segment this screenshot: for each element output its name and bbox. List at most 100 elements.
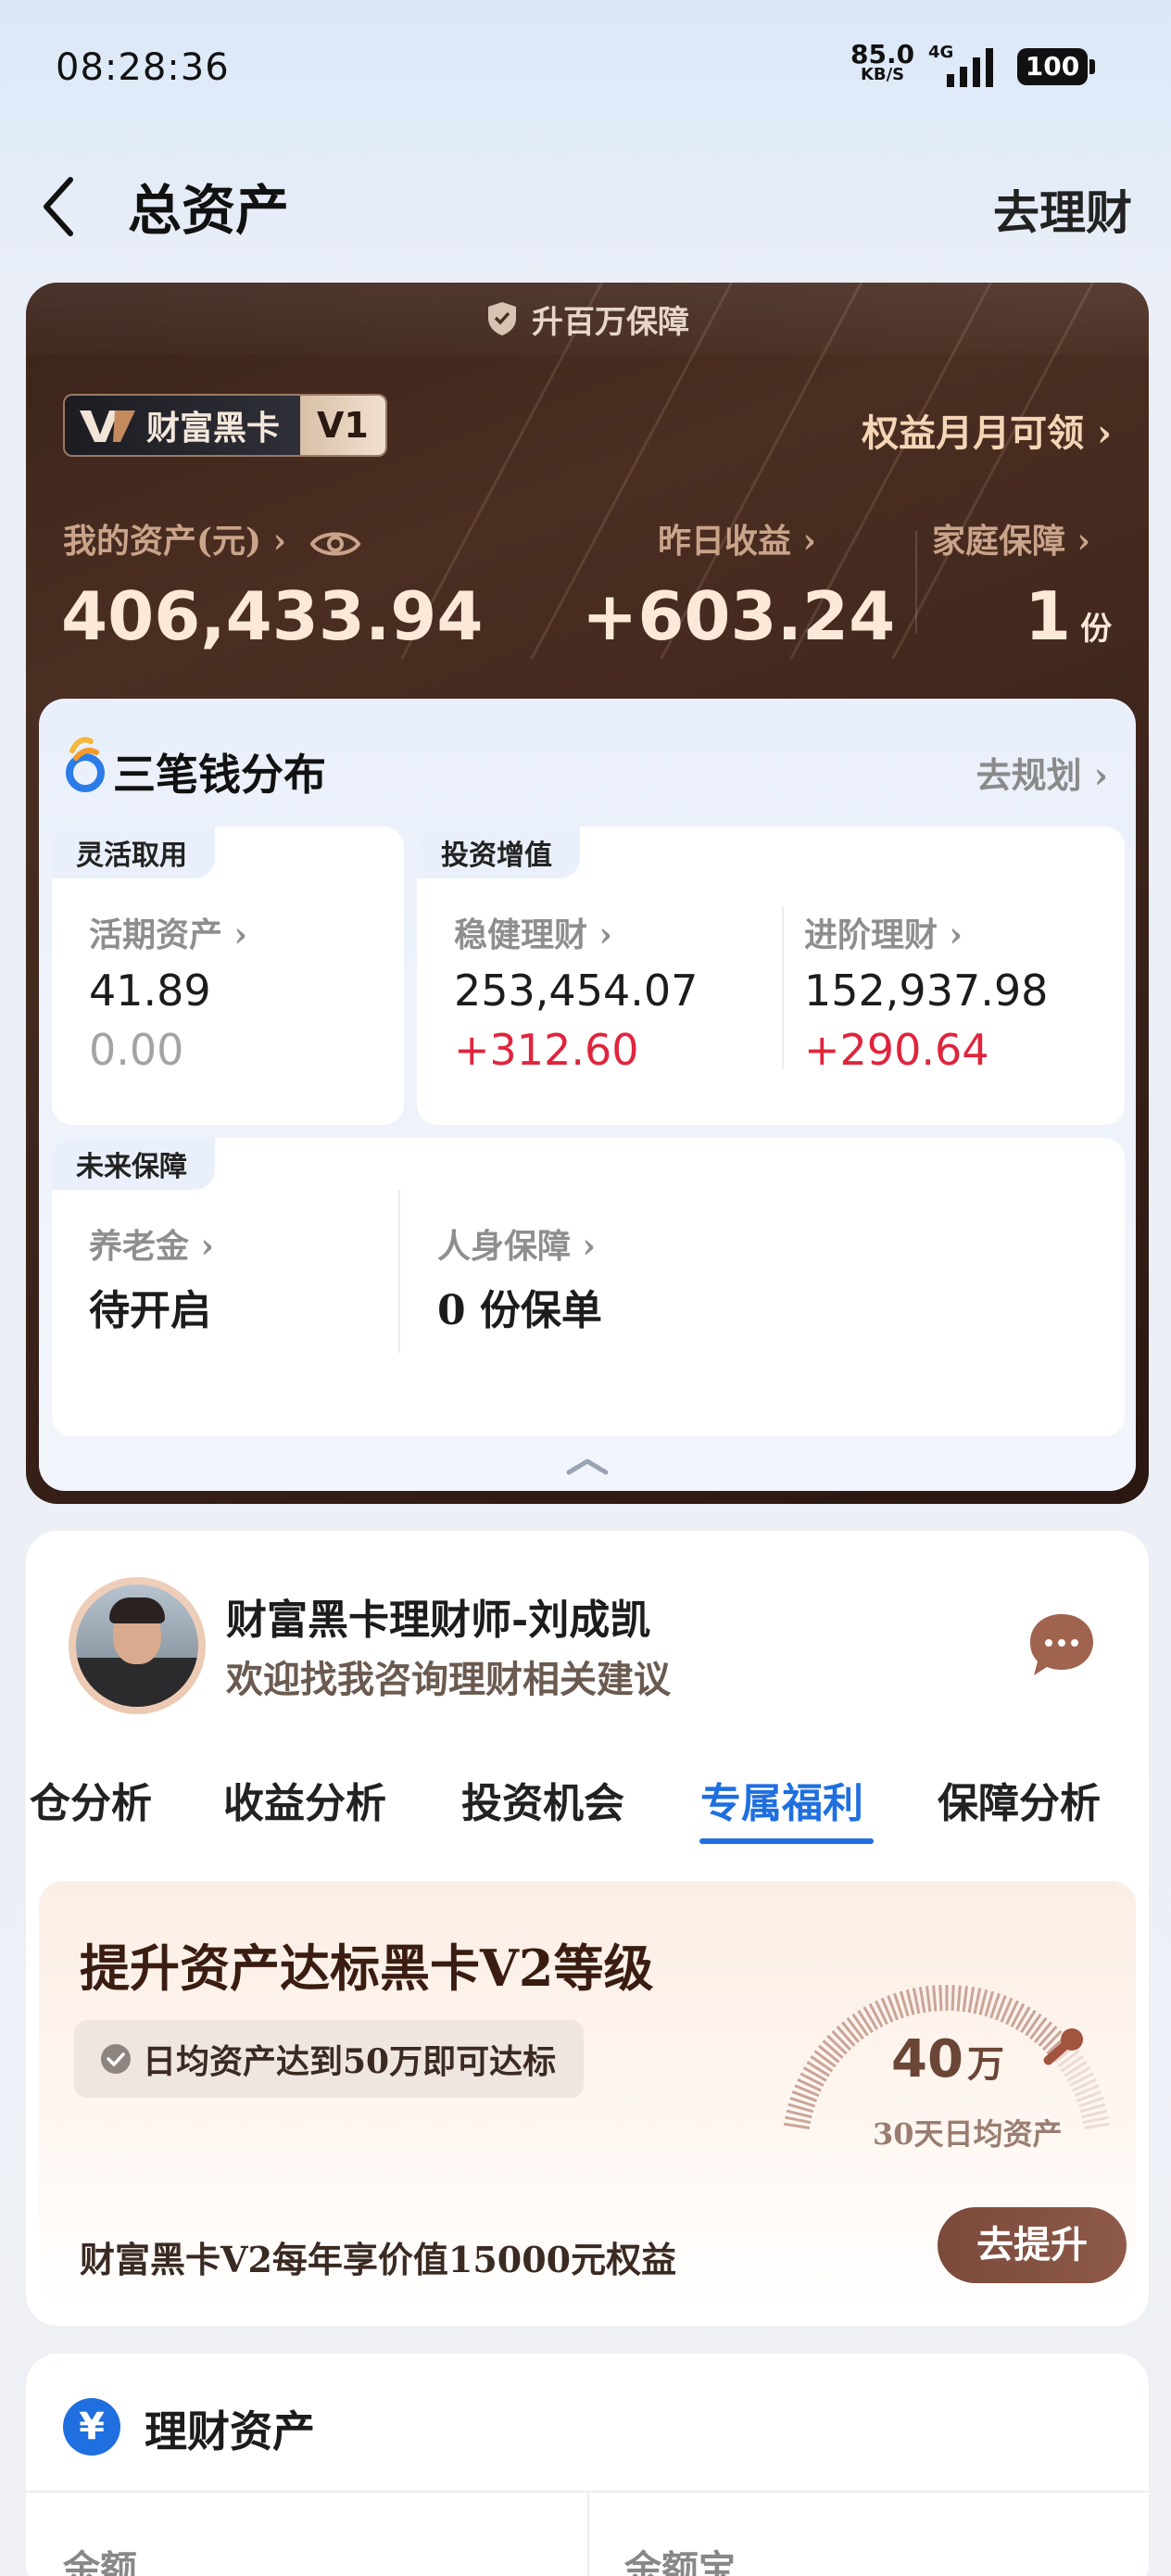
upgrade-title: 提升资产达标黑卡V2等级 bbox=[80, 1938, 654, 1998]
gauge-tick bbox=[925, 1986, 932, 2013]
future-divider bbox=[398, 1190, 400, 1353]
advisor-avatar[interactable] bbox=[69, 1577, 206, 1714]
family-protection-unit: 份 bbox=[1080, 611, 1113, 648]
tab-exclusive-benefits[interactable]: 专属福利 bbox=[700, 1770, 863, 1829]
investment-divider bbox=[782, 906, 784, 1069]
personal-insurance-label[interactable]: 人身保障 › bbox=[437, 1219, 596, 1268]
money-distribution-panel: 三笔钱分布 去规划 › 灵活取用 活期资产 › 41.89 0.00 投资增值 … bbox=[39, 699, 1136, 1491]
advisor-card: 财富黑卡理财师-刘成凯 欢迎找我咨询理财相关建议 仓分析 收益分析 投资机会 专… bbox=[26, 1531, 1149, 2326]
gauge-tick bbox=[951, 1985, 955, 2012]
tab-income-analysis[interactable]: 收益分析 bbox=[223, 1770, 386, 1829]
pension-label[interactable]: 养老金 › bbox=[89, 1219, 214, 1268]
gauge-tick bbox=[1081, 2109, 1108, 2119]
metric-divider bbox=[915, 531, 917, 633]
gauge-tick bbox=[973, 1988, 982, 2014]
upgrade-condition: 日均资产达到50万即可达标 bbox=[74, 2020, 585, 2098]
gauge-tick bbox=[846, 2016, 864, 2040]
shield-icon bbox=[488, 302, 516, 335]
go-plan-link[interactable]: 去规划 › bbox=[976, 747, 1108, 798]
distribution-title: 三笔钱分布 bbox=[113, 750, 326, 800]
analysis-tabs: 仓分析 收益分析 投资机会 专属福利 保障分析 bbox=[26, 1761, 1149, 1844]
back-icon[interactable] bbox=[37, 172, 83, 241]
three-money-logo-icon bbox=[66, 737, 105, 792]
tab-protection-analysis[interactable]: 保障分析 bbox=[938, 1770, 1101, 1829]
gauge-tick bbox=[783, 2122, 811, 2130]
gauge-tick bbox=[857, 2009, 874, 2034]
battery-icon: 100 bbox=[1017, 48, 1095, 85]
yuebao-column-label[interactable]: 余额宝 bbox=[624, 2539, 736, 2576]
assets-value: 406,433.94 bbox=[61, 577, 484, 655]
advanced-finance-value: 152,937.98 bbox=[804, 966, 1049, 1016]
steady-finance-label[interactable]: 稳健理财 › bbox=[454, 908, 612, 956]
gauge-tick bbox=[962, 1986, 969, 2013]
future-tag: 未来保障 bbox=[52, 1138, 215, 1190]
family-protection-label[interactable]: 家庭保障 › bbox=[932, 514, 1090, 562]
advanced-finance-label[interactable]: 进阶理财 › bbox=[804, 908, 963, 956]
page-title: 总资产 bbox=[128, 179, 290, 242]
gauge-tick bbox=[840, 2021, 861, 2043]
collapse-chevron-icon[interactable] bbox=[565, 1454, 610, 1476]
current-assets-label[interactable]: 活期资产 › bbox=[89, 908, 247, 956]
go-invest-button[interactable]: 去理财 bbox=[993, 176, 1132, 243]
investment-box[interactable]: 投资增值 稳健理财 › 253,454.07 +312.60 进阶理财 › 15… bbox=[417, 827, 1125, 1125]
gauge-tick bbox=[786, 2109, 812, 2119]
family-protection-value-row: 1份 bbox=[1025, 577, 1112, 655]
balance-column-label[interactable]: 余额 bbox=[63, 2539, 137, 2576]
eye-icon[interactable] bbox=[309, 525, 361, 562]
steady-finance-value: 253,454.07 bbox=[454, 966, 699, 1016]
future-protection-box[interactable]: 未来保障 养老金 › 待开启 人身保障 › 0 份保单 bbox=[52, 1138, 1125, 1436]
gauge-unit: 万 bbox=[966, 2042, 1004, 2086]
guarantee-banner[interactable]: 升百万保障 bbox=[26, 283, 1149, 355]
gauge-tick bbox=[863, 2006, 879, 2030]
flexible-box[interactable]: 灵活取用 活期资产 › 41.89 0.00 bbox=[52, 827, 404, 1125]
gauge-tick bbox=[822, 2039, 844, 2059]
gauge-tick bbox=[831, 2029, 851, 2052]
gauge-tick bbox=[1060, 2055, 1084, 2073]
status-time: 08:28:36 bbox=[56, 46, 230, 89]
advisor-name[interactable]: 财富黑卡理财师-刘成凯 bbox=[226, 1586, 650, 1646]
gauge-tick bbox=[932, 1985, 938, 2012]
monthly-rights-link[interactable]: 权益月月可领 › bbox=[862, 403, 1112, 457]
yesterday-income-label[interactable]: 昨日收益 › bbox=[658, 514, 816, 562]
yesterday-income-value: +603.24 bbox=[582, 577, 896, 655]
gauge-tick bbox=[912, 1988, 921, 2014]
gauge-tick bbox=[785, 2115, 812, 2125]
current-assets-change: 0.00 bbox=[89, 1025, 184, 1075]
yen-icon: ¥ bbox=[63, 2398, 120, 2456]
gauge-tick bbox=[1025, 2013, 1042, 2037]
chat-bubble-icon[interactable] bbox=[1026, 1610, 1097, 1679]
finance-assets-title: 理财资产 bbox=[145, 2406, 315, 2456]
gauge-tick bbox=[967, 1987, 976, 2014]
check-circle-icon bbox=[101, 2044, 131, 2074]
gauge-tick bbox=[1029, 2016, 1048, 2040]
gauge-tick bbox=[806, 2061, 830, 2077]
gauge-tick bbox=[851, 2013, 869, 2037]
badge-name: 财富黑卡 bbox=[146, 410, 281, 448]
upgrade-button[interactable]: 去提升 bbox=[938, 2207, 1127, 2283]
gauge-tick bbox=[1082, 2115, 1109, 2125]
upgrade-panel: 提升资产达标黑卡V2等级 日均资产达到50万即可达标 40 万 30天日均资产 财… bbox=[39, 1881, 1136, 2307]
gauge-tick bbox=[1083, 2122, 1111, 2130]
black-card-badge: 财富黑卡 V1 bbox=[63, 394, 387, 457]
gauge-tick bbox=[1020, 2009, 1037, 2034]
gauge-value-row: 40 万 bbox=[891, 2029, 1004, 2090]
gauge-tick bbox=[1033, 2021, 1053, 2043]
gauge-tick bbox=[905, 1989, 915, 2015]
guarantee-banner-text: 升百万保障 bbox=[532, 303, 689, 341]
gauge-tick bbox=[836, 2026, 856, 2047]
gauge-tick bbox=[978, 1989, 988, 2015]
gauge-tick bbox=[1014, 2006, 1031, 2030]
flexible-tag: 灵活取用 bbox=[52, 827, 215, 878]
pension-value: 待开启 bbox=[89, 1287, 211, 1334]
tab-position-analysis[interactable]: 仓分析 bbox=[30, 1770, 152, 1829]
assets-label: 我的资产(元) › bbox=[63, 522, 286, 561]
upgrade-condition-text: 日均资产达到50万即可达标 bbox=[143, 2042, 557, 2081]
finance-column-divider bbox=[587, 2491, 589, 2576]
upgrade-note: 财富黑卡V2每年享价值15000元权益 bbox=[80, 2239, 677, 2280]
gauge-tick bbox=[956, 1985, 962, 2012]
advisor-subtitle: 欢迎找我咨询理财相关建议 bbox=[226, 1658, 671, 1701]
steady-finance-change: +312.60 bbox=[454, 1025, 639, 1075]
assets-label-row[interactable]: 我的资产(元) › bbox=[63, 514, 361, 562]
gauge-tick bbox=[938, 1985, 943, 2012]
tab-investment-opportunity[interactable]: 投资机会 bbox=[461, 1770, 624, 1829]
